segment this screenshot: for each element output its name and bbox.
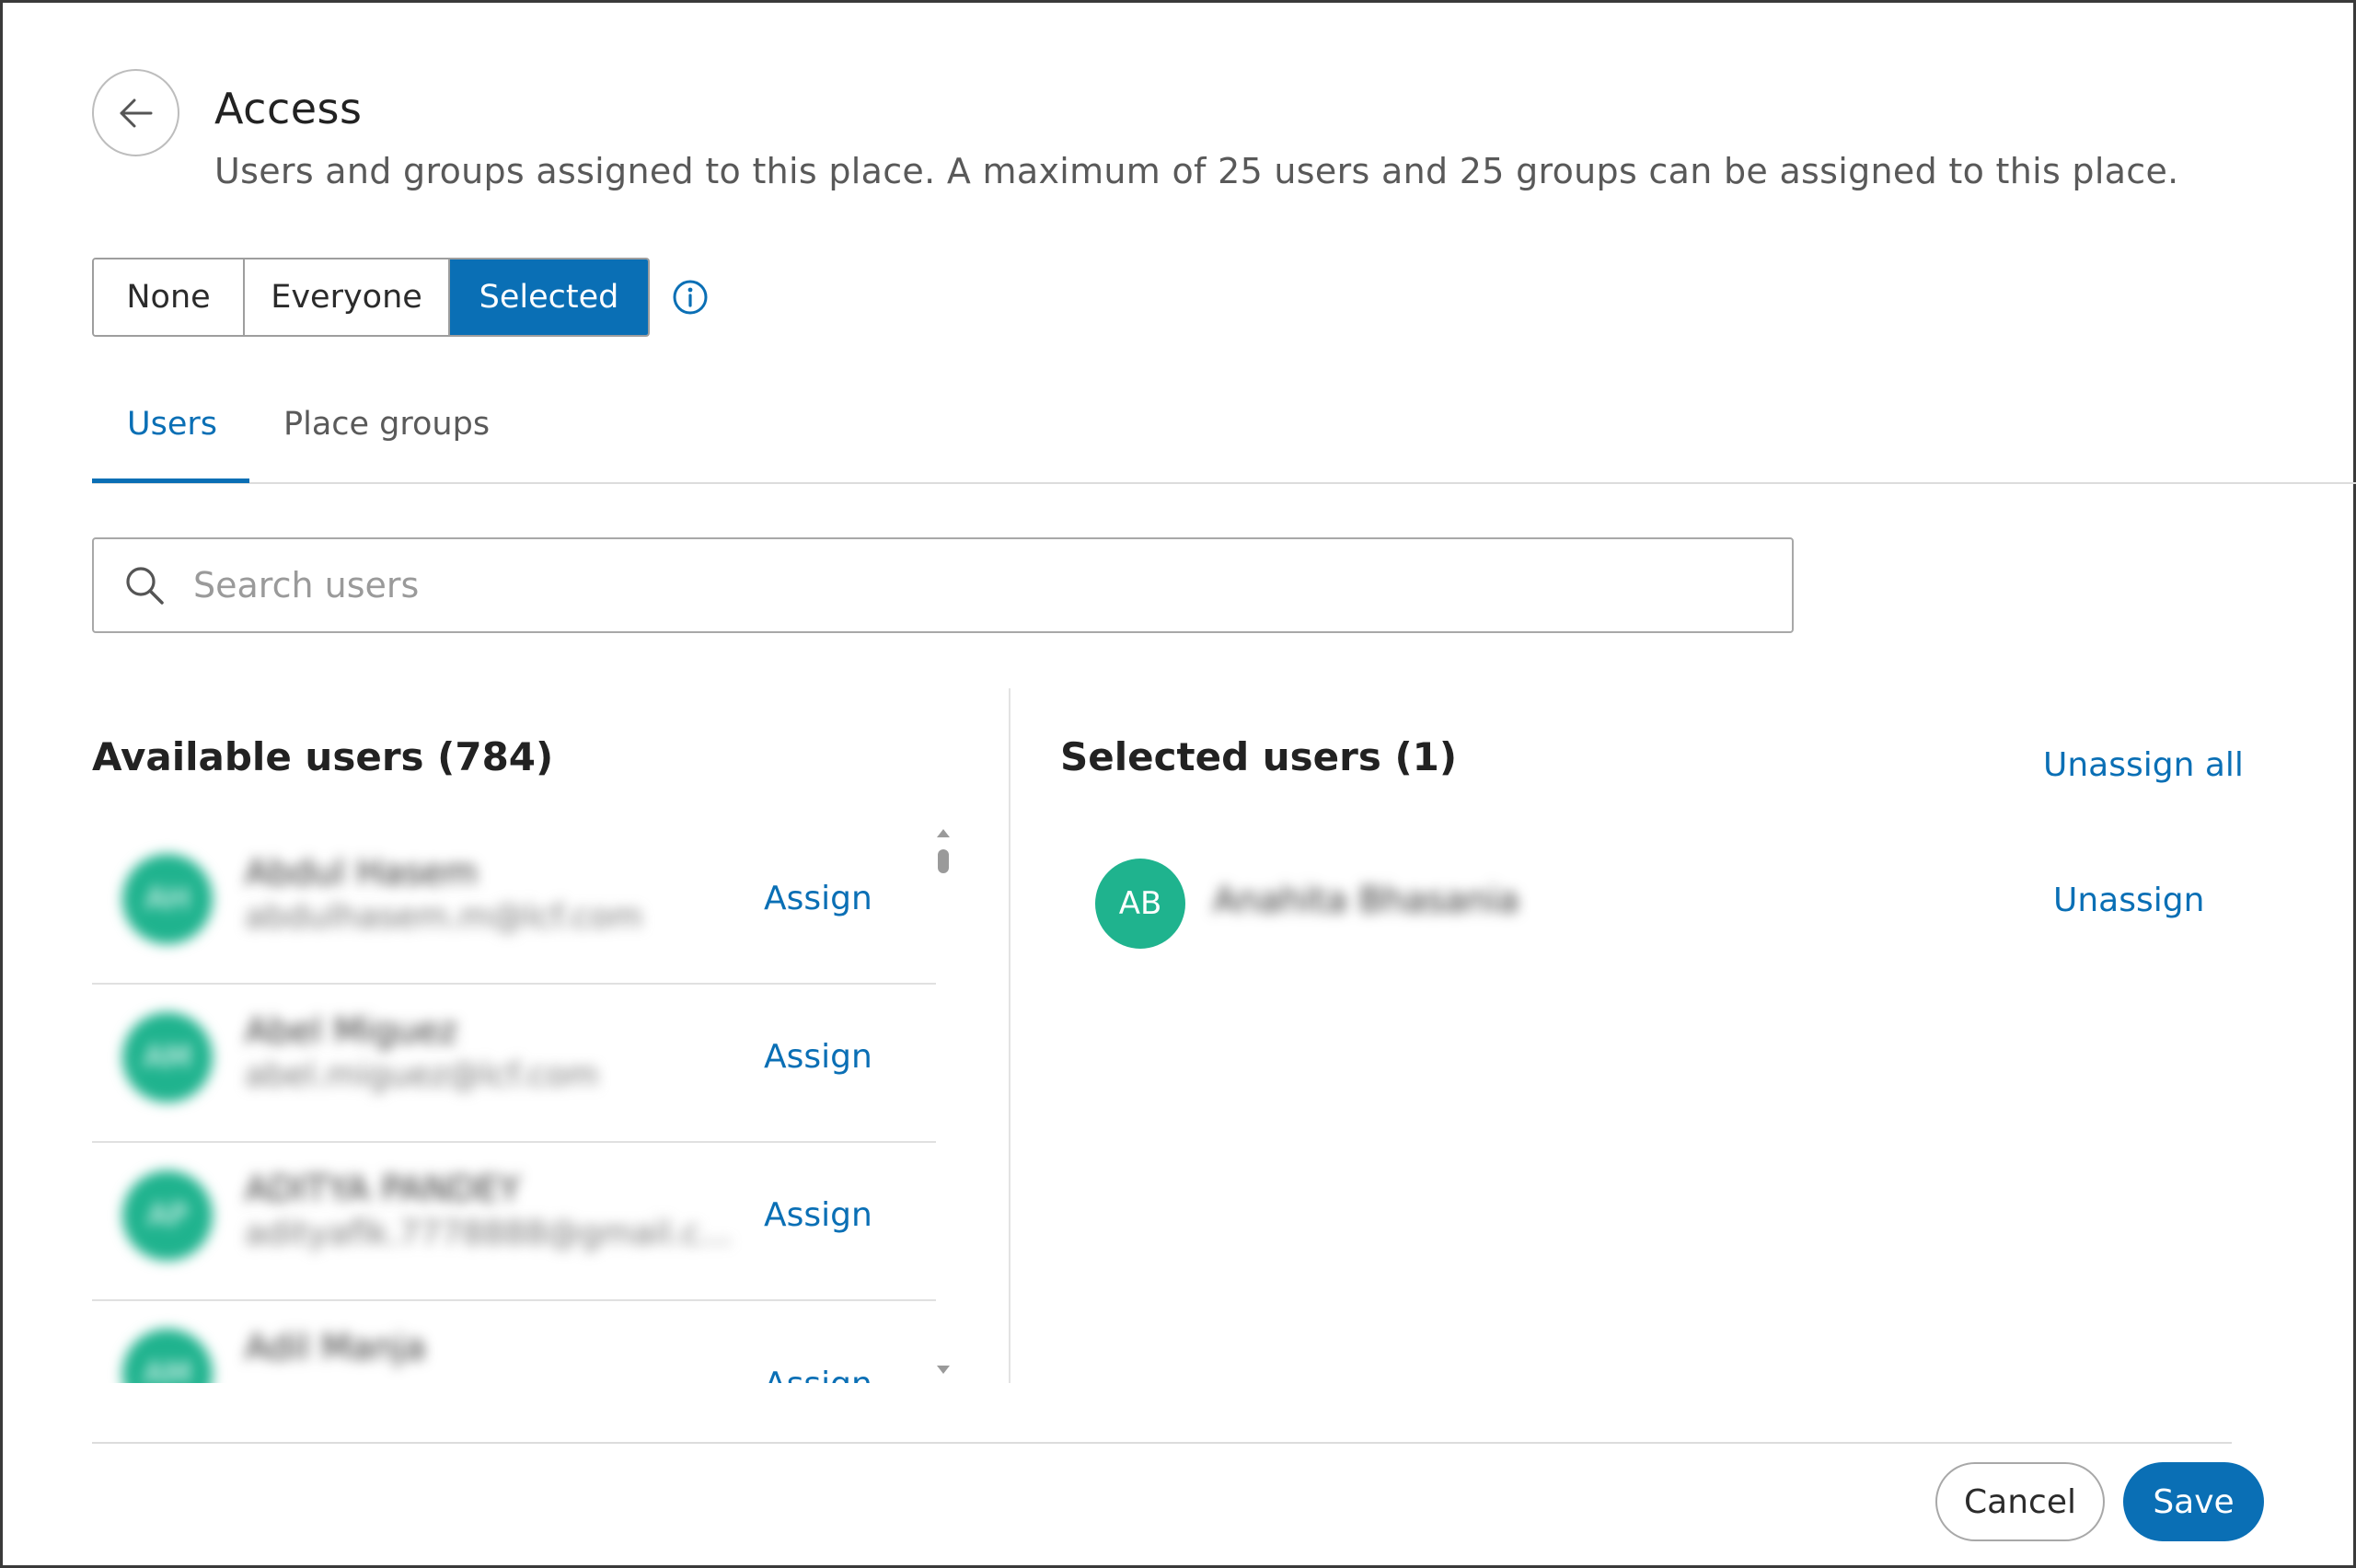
- scroll-up-arrow-icon[interactable]: [937, 829, 950, 837]
- list-item: AM Adil Manja Assign: [92, 1301, 936, 1383]
- user-email: adityaflk.7778888@gmail.c...: [245, 1215, 733, 1252]
- avatar: AM: [122, 1329, 213, 1383]
- tab-place-groups[interactable]: Place groups: [283, 406, 490, 443]
- user-email: abel.miguez@lcf.com: [245, 1056, 599, 1094]
- selected-user-row: AB Anahita Bhasania Unassign: [1060, 849, 2211, 960]
- list-item: AH Abdul Hasem abdulhasem.m@lcf.com Assi…: [92, 826, 936, 985]
- available-users-list: AH Abdul Hasem abdulhasem.m@lcf.com Assi…: [92, 826, 936, 1383]
- avatar: AH: [122, 854, 213, 944]
- user-name: Adil Manja: [245, 1327, 426, 1367]
- assign-link[interactable]: Assign: [764, 1038, 872, 1076]
- arrow-left-icon: [120, 98, 152, 127]
- user-name: ADITYA PANDEY: [245, 1169, 521, 1209]
- active-tab-indicator: [92, 478, 249, 483]
- list-item: AP ADITYA PANDEY adityaflk.7778888@gmail…: [92, 1143, 936, 1301]
- assign-link[interactable]: Assign: [764, 1366, 872, 1383]
- access-option-everyone[interactable]: Everyone: [245, 259, 450, 335]
- page-title: Access: [214, 84, 363, 133]
- assign-link[interactable]: Assign: [764, 1196, 872, 1234]
- page-subtitle: Users and groups assigned to this place.…: [214, 151, 2179, 191]
- save-button[interactable]: Save: [2123, 1462, 2264, 1541]
- user-email: abdulhasem.m@lcf.com: [245, 898, 643, 936]
- user-name: Anahita Bhasania: [1213, 880, 1519, 920]
- access-mode-selector: None Everyone Selected: [92, 258, 650, 337]
- avatar: AP: [122, 1170, 213, 1261]
- available-users-title: Available users (784): [92, 734, 554, 779]
- footer-divider: [92, 1442, 2232, 1444]
- avatar: AM: [122, 1012, 213, 1102]
- list-item: AM Abel Miguez abel.miguez@lcf.com Assig…: [92, 985, 936, 1143]
- access-panel: Access Users and groups assigned to this…: [0, 0, 2356, 1568]
- assign-link[interactable]: Assign: [764, 880, 872, 917]
- tab-users[interactable]: Users: [127, 406, 217, 443]
- search-input[interactable]: [193, 565, 1712, 605]
- user-name: Abel Miguez: [245, 1010, 458, 1051]
- selected-users-title: Selected users (1): [1060, 734, 1458, 779]
- user-name: Abdul Hasem: [245, 852, 479, 893]
- tabs-divider: [92, 482, 2356, 484]
- access-option-none[interactable]: None: [94, 259, 245, 335]
- unassign-all-link[interactable]: Unassign all: [2043, 746, 2244, 784]
- scroll-thumb[interactable]: [938, 849, 949, 873]
- column-divider: [1009, 688, 1011, 1383]
- unassign-link[interactable]: Unassign: [2053, 882, 2204, 919]
- avatar: AB: [1095, 859, 1185, 949]
- cancel-button[interactable]: Cancel: [1935, 1462, 2105, 1541]
- search-icon: [126, 567, 164, 605]
- access-option-selected[interactable]: Selected: [450, 259, 648, 335]
- scroll-down-arrow-icon[interactable]: [937, 1366, 950, 1374]
- search-box: [92, 537, 1794, 633]
- available-list-scrollbar[interactable]: [932, 829, 956, 1381]
- back-button[interactable]: [92, 69, 179, 156]
- info-icon[interactable]: [672, 279, 709, 316]
